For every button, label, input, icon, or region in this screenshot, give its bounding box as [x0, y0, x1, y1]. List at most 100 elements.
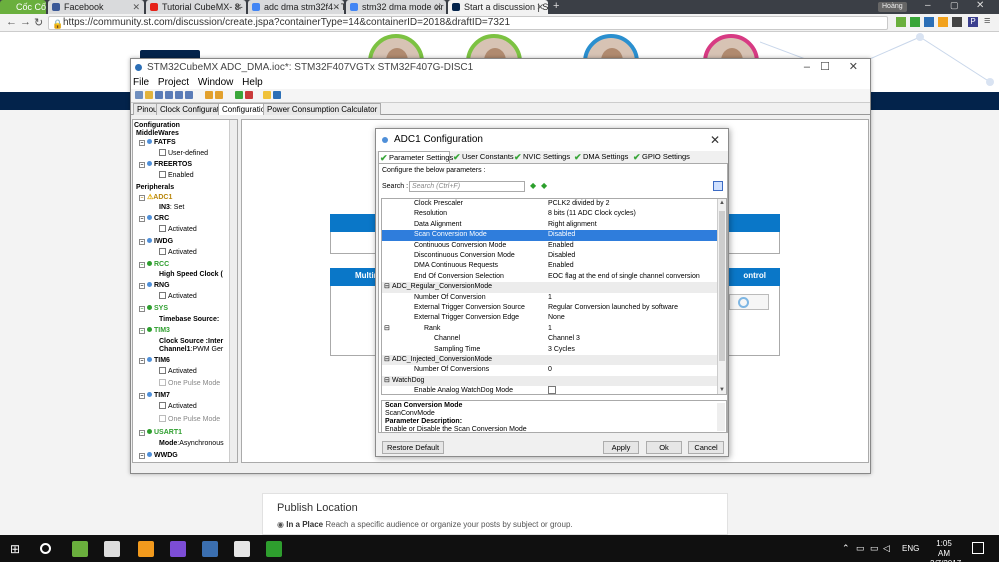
zoom-in-icon[interactable]: [235, 91, 243, 99]
maximize-icon[interactable]: ☐: [820, 59, 830, 76]
radio-icon[interactable]: ◉: [277, 520, 284, 529]
parameter-row[interactable]: Enable Analog WatchDog Mode: [382, 386, 718, 394]
collapse-icon[interactable]: –: [139, 358, 145, 364]
tree-adc1-in3[interactable]: IN3: Set: [159, 203, 184, 212]
parameter-value[interactable]: 1: [548, 293, 552, 303]
tab-gpio-settings[interactable]: ✔ GPIO Settings: [632, 151, 690, 163]
extension-icon[interactable]: [910, 17, 920, 27]
maximize-icon[interactable]: ▢: [950, 0, 959, 11]
tree-freertos[interactable]: – FREERTOS: [139, 160, 192, 169]
search-input[interactable]: Search (Ctrl+F): [409, 181, 525, 192]
browser-tab-coccoc[interactable]: Cốc Cốc: [0, 0, 46, 14]
minimize-icon[interactable]: –: [804, 59, 810, 76]
photos-taskbar-icon[interactable]: [234, 541, 250, 557]
checkbox[interactable]: [159, 367, 166, 374]
checkbox[interactable]: [159, 379, 166, 386]
tree-freertos-enabled[interactable]: Enabled: [159, 171, 194, 180]
collapse-icon[interactable]: ⊟: [384, 376, 390, 386]
restore-default-button[interactable]: Restore Default: [382, 441, 444, 454]
generate-code-icon[interactable]: [205, 91, 213, 99]
collapse-icon[interactable]: –: [139, 239, 145, 245]
collapse-icon[interactable]: –: [139, 216, 145, 222]
parameter-value[interactable]: Enabled: [548, 241, 574, 251]
close-icon[interactable]: ✕: [976, 0, 984, 11]
tab-user-constants[interactable]: ✔ User Constants: [452, 151, 514, 163]
parameter-value[interactable]: EOC flag at the end of single channel co…: [548, 272, 700, 282]
user-badge[interactable]: Hoàng: [878, 2, 907, 12]
save-icon[interactable]: [155, 91, 163, 99]
parameter-value[interactable]: Disabled: [548, 251, 575, 261]
tree-channel1[interactable]: Channel1:PWM Ger: [159, 345, 223, 354]
browser-tab-st-community[interactable]: Start a discussion | S ✕: [448, 0, 548, 14]
minimize-icon[interactable]: –: [925, 0, 931, 11]
collapse-icon[interactable]: –: [139, 140, 145, 146]
checkbox[interactable]: [159, 402, 166, 409]
checkbox[interactable]: [159, 149, 166, 156]
parameter-value[interactable]: 8 bits (11 ADC Clock cycles): [548, 209, 636, 219]
tree-tim6-one-pulse[interactable]: One Pulse Mode: [159, 379, 220, 388]
tree-iwdg-activated[interactable]: Activated: [159, 248, 197, 257]
notifications-icon[interactable]: [972, 542, 984, 554]
checkbox[interactable]: [159, 171, 166, 178]
help-icon[interactable]: [273, 91, 281, 99]
tree-usart1[interactable]: – USART1: [139, 428, 182, 437]
search-previous-icon[interactable]: ◆: [541, 181, 547, 190]
close-icon[interactable]: ✕: [536, 0, 544, 14]
collapse-icon[interactable]: –: [139, 328, 145, 334]
view-mode-icon[interactable]: [713, 181, 723, 191]
menu-file[interactable]: File: [133, 77, 149, 88]
parameter-group-row[interactable]: ⊟ ADC_Injected_ConversionMode: [382, 355, 718, 366]
menu-help[interactable]: Help: [242, 77, 263, 88]
apply-button[interactable]: Apply: [603, 441, 639, 454]
parameter-table-scrollbar[interactable]: ▲ ▼: [717, 199, 726, 394]
checkbox[interactable]: [159, 248, 166, 255]
parameter-row[interactable]: End Of Conversion Selection EOC flag at t…: [382, 272, 718, 282]
tree-crc[interactable]: – CRC: [139, 214, 169, 223]
tree-iwdg[interactable]: – IWDG: [139, 237, 173, 246]
back-icon[interactable]: ←: [6, 16, 17, 28]
tree-wwdg[interactable]: – WWDG: [139, 451, 178, 460]
cancel-button[interactable]: Cancel: [688, 441, 724, 454]
parameter-value[interactable]: PCLK2 divided by 2: [548, 199, 609, 209]
parameter-row[interactable]: ⊟ Rank 1: [382, 324, 718, 334]
collapse-icon[interactable]: –: [139, 262, 145, 268]
tree-usart1-mode[interactable]: Mode:Asynchronous: [159, 439, 224, 448]
collapse-icon[interactable]: –: [139, 283, 145, 289]
export-icon[interactable]: [175, 91, 183, 99]
collapse-icon[interactable]: ⊟: [384, 282, 390, 292]
checkbox[interactable]: [159, 292, 166, 299]
parameter-checkbox[interactable]: [548, 386, 558, 394]
parameter-row[interactable]: Sampling Time 3 Cycles: [382, 345, 718, 355]
clock[interactable]: 1:05 AM 2/7/2017: [930, 539, 961, 569]
tree-timebase-source[interactable]: Timebase Source:: [159, 315, 219, 324]
parameter-value[interactable]: Channel 3: [548, 334, 580, 344]
tree-tim6[interactable]: – TIM6: [139, 356, 170, 365]
parameter-group-row[interactable]: ⊟ ADC_Regular_ConversionMode: [382, 282, 718, 293]
parameter-value[interactable]: 3 Cycles: [548, 345, 575, 355]
collapse-icon[interactable]: –: [139, 162, 145, 168]
parameter-row[interactable]: Channel Channel 3: [382, 334, 718, 344]
close-icon[interactable]: ✕: [132, 0, 140, 14]
parameter-value[interactable]: Enabled: [548, 261, 574, 271]
tab-parameter-settings[interactable]: ✔ Parameter Settings: [378, 151, 453, 163]
app-taskbar-icon[interactable]: [202, 541, 218, 557]
browser-tab-google-2[interactable]: stm32 dma mode cir ✕: [346, 0, 446, 14]
close-icon[interactable]: ✕: [849, 59, 858, 76]
tree-tim6-activated[interactable]: Activated: [159, 367, 197, 376]
parameter-value[interactable]: 1: [548, 324, 552, 334]
tree-tim7[interactable]: – TIM7: [139, 391, 170, 400]
tree-peripherals[interactable]: Peripherals: [136, 183, 174, 192]
settings-icon[interactable]: [263, 91, 271, 99]
close-icon[interactable]: ✕: [710, 129, 720, 151]
tree-user-defined[interactable]: User-defined: [159, 149, 208, 158]
open-icon[interactable]: [145, 91, 153, 99]
publish-option-row[interactable]: ◉ In a Place Reach a specific audience o…: [277, 520, 713, 529]
tray-chevron-icon[interactable]: ⌃: [842, 543, 850, 554]
battery-icon[interactable]: ▭: [870, 543, 879, 554]
extension-icon[interactable]: [924, 17, 934, 27]
new-tab-icon[interactable]: +: [553, 0, 559, 13]
parameter-value[interactable]: 0: [548, 365, 552, 375]
parameter-row[interactable]: Scan Conversion Mode Disabled: [382, 230, 718, 241]
cart-icon[interactable]: [896, 17, 906, 27]
tree-fatfs[interactable]: – FATFS: [139, 138, 176, 147]
